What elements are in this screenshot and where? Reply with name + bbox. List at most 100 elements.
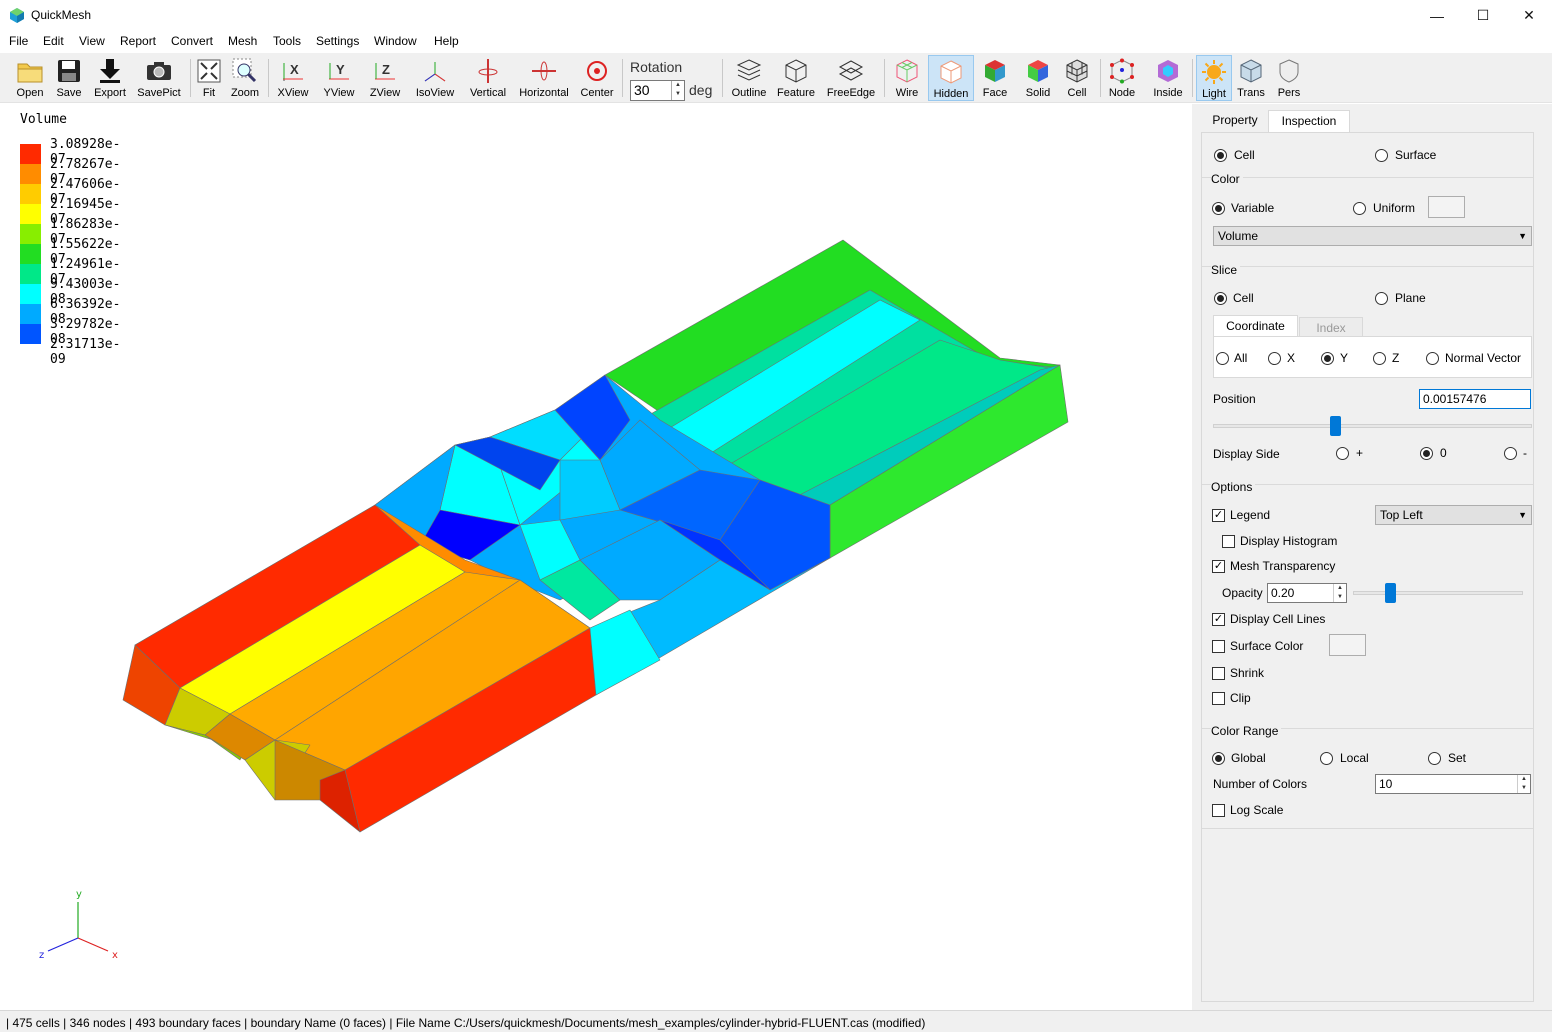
menu-mesh[interactable]: Mesh: [228, 34, 257, 48]
rotation-spinner[interactable]: ▲ ▼: [671, 81, 684, 100]
menu-convert[interactable]: Convert: [171, 34, 213, 48]
open-button[interactable]: Open: [12, 55, 48, 101]
range-global-label: Global: [1231, 751, 1266, 765]
range-global-radio[interactable]: [1212, 752, 1225, 765]
side-zero-radio[interactable]: [1420, 447, 1433, 460]
legend-swatch: [20, 224, 41, 244]
pers-button[interactable]: Pers: [1272, 55, 1306, 101]
savepict-button[interactable]: SavePict: [134, 55, 184, 101]
hidden-button[interactable]: Hidden: [928, 55, 974, 101]
legend-position-select[interactable]: Top Left ▼: [1375, 505, 1532, 525]
save-button[interactable]: Save: [52, 55, 86, 101]
axis-y-radio[interactable]: [1321, 352, 1334, 365]
variable-select[interactable]: Volume ▼: [1213, 226, 1532, 246]
solid-button[interactable]: Solid: [1020, 55, 1056, 101]
trans-button[interactable]: Trans: [1234, 55, 1268, 101]
legend-swatch: [20, 164, 41, 184]
slice-plane-radio[interactable]: [1375, 292, 1388, 305]
surface-color-button[interactable]: [1329, 634, 1366, 656]
color-uniform-radio[interactable]: [1353, 202, 1366, 215]
isoview-button[interactable]: IsoView: [412, 55, 458, 101]
toolbar: Open Save Export SavePict Fit Zoom X XVi…: [0, 53, 1552, 103]
display-histogram-checkbox[interactable]: [1222, 535, 1235, 548]
xview-button[interactable]: X XView: [274, 55, 312, 101]
cell-button[interactable]: Cell: [1062, 55, 1092, 101]
freeedge-button[interactable]: FreeEdge: [824, 55, 878, 101]
yview-button[interactable]: Y YView: [320, 55, 358, 101]
light-button[interactable]: Light: [1196, 55, 1232, 101]
zoom-button[interactable]: Zoom: [228, 55, 262, 101]
menu-file[interactable]: File: [9, 34, 28, 48]
mesh-transparency-checkbox[interactable]: ✓: [1212, 560, 1225, 573]
zview-button[interactable]: Z ZView: [366, 55, 404, 101]
wire-button[interactable]: Wire: [890, 55, 924, 101]
fit-button[interactable]: Fit: [194, 55, 224, 101]
axis-all-label: All: [1234, 351, 1248, 365]
side-minus-label: -: [1523, 446, 1527, 460]
horizontal-button[interactable]: Horizontal: [516, 55, 572, 101]
menu-view[interactable]: View: [79, 34, 105, 48]
number-of-colors-input[interactable]: 10 ▲ ▼: [1375, 774, 1531, 794]
minimize-button[interactable]: —: [1414, 0, 1460, 31]
face-button[interactable]: Face: [978, 55, 1012, 101]
side-plus-radio[interactable]: [1336, 447, 1349, 460]
menu-tools[interactable]: Tools: [273, 34, 301, 48]
legend-swatch: [20, 144, 41, 164]
surface-color-checkbox[interactable]: [1212, 640, 1225, 653]
inside-button[interactable]: Inside: [1148, 55, 1188, 101]
log-scale-checkbox[interactable]: [1212, 804, 1225, 817]
axis-x-radio[interactable]: [1268, 352, 1281, 365]
mesh-render[interactable]: [0, 104, 1192, 1010]
mode-cell-radio[interactable]: [1214, 149, 1227, 162]
3d-viewport[interactable]: Volume 3.08928e-07 2.78267e-07 2.47606e-…: [0, 104, 1192, 1010]
rotation-input[interactable]: 30 ▲ ▼: [630, 80, 685, 101]
center-button[interactable]: Center: [578, 55, 616, 101]
side-zero-label: 0: [1440, 446, 1447, 460]
shrink-checkbox[interactable]: [1212, 667, 1225, 680]
menu-report[interactable]: Report: [120, 34, 156, 48]
close-button[interactable]: ✕: [1506, 0, 1552, 31]
opacity-slider-track[interactable]: [1353, 591, 1523, 595]
center-label: Center: [580, 87, 614, 99]
color-variable-radio[interactable]: [1212, 202, 1225, 215]
axis-normal-vector-radio[interactable]: [1426, 352, 1439, 365]
clip-label: Clip: [1230, 691, 1251, 705]
number-of-colors-spinner[interactable]: ▲ ▼: [1517, 775, 1530, 793]
opacity-input[interactable]: 0.20 ▲ ▼: [1267, 583, 1347, 603]
mode-surface-radio[interactable]: [1375, 149, 1388, 162]
maximize-icon: ☐: [1476, 7, 1490, 23]
position-slider-track[interactable]: [1213, 424, 1532, 428]
xview-label: XView: [277, 87, 309, 99]
position-input[interactable]: 0.00157476: [1419, 389, 1531, 409]
feature-button[interactable]: Feature: [774, 55, 818, 101]
axis-all-radio[interactable]: [1216, 352, 1229, 365]
slice-cell-radio[interactable]: [1214, 292, 1227, 305]
node-button[interactable]: Node: [1104, 55, 1140, 101]
vertical-button[interactable]: Vertical: [466, 55, 510, 101]
maximize-button[interactable]: ☐: [1460, 0, 1506, 31]
menu-settings[interactable]: Settings: [316, 34, 359, 48]
solid-icon: [1028, 60, 1048, 82]
legend-checkbox[interactable]: ✓: [1212, 509, 1225, 522]
menu-help[interactable]: Help: [434, 34, 459, 48]
range-local-radio[interactable]: [1320, 752, 1333, 765]
menu-window[interactable]: Window: [374, 34, 417, 48]
cell-icon: [1066, 59, 1088, 83]
export-button[interactable]: Export: [90, 55, 130, 101]
side-minus-radio[interactable]: [1504, 447, 1517, 460]
clip-checkbox[interactable]: [1212, 692, 1225, 705]
tab-property[interactable]: Property: [1202, 110, 1268, 132]
opacity-spinner[interactable]: ▲ ▼: [1333, 584, 1346, 602]
position-slider-thumb[interactable]: [1330, 416, 1341, 436]
menu-edit[interactable]: Edit: [43, 34, 64, 48]
display-cell-lines-checkbox[interactable]: ✓: [1212, 613, 1225, 626]
divider: [1202, 177, 1533, 178]
outline-button[interactable]: Outline: [728, 55, 770, 101]
range-set-radio[interactable]: [1428, 752, 1441, 765]
download-icon: [100, 59, 120, 83]
axis-z-radio[interactable]: [1373, 352, 1386, 365]
opacity-slider-thumb[interactable]: [1385, 583, 1396, 603]
subtab-coordinate[interactable]: Coordinate: [1213, 315, 1298, 337]
tab-inspection[interactable]: Inspection: [1268, 110, 1350, 132]
uniform-color-button[interactable]: [1428, 196, 1465, 218]
